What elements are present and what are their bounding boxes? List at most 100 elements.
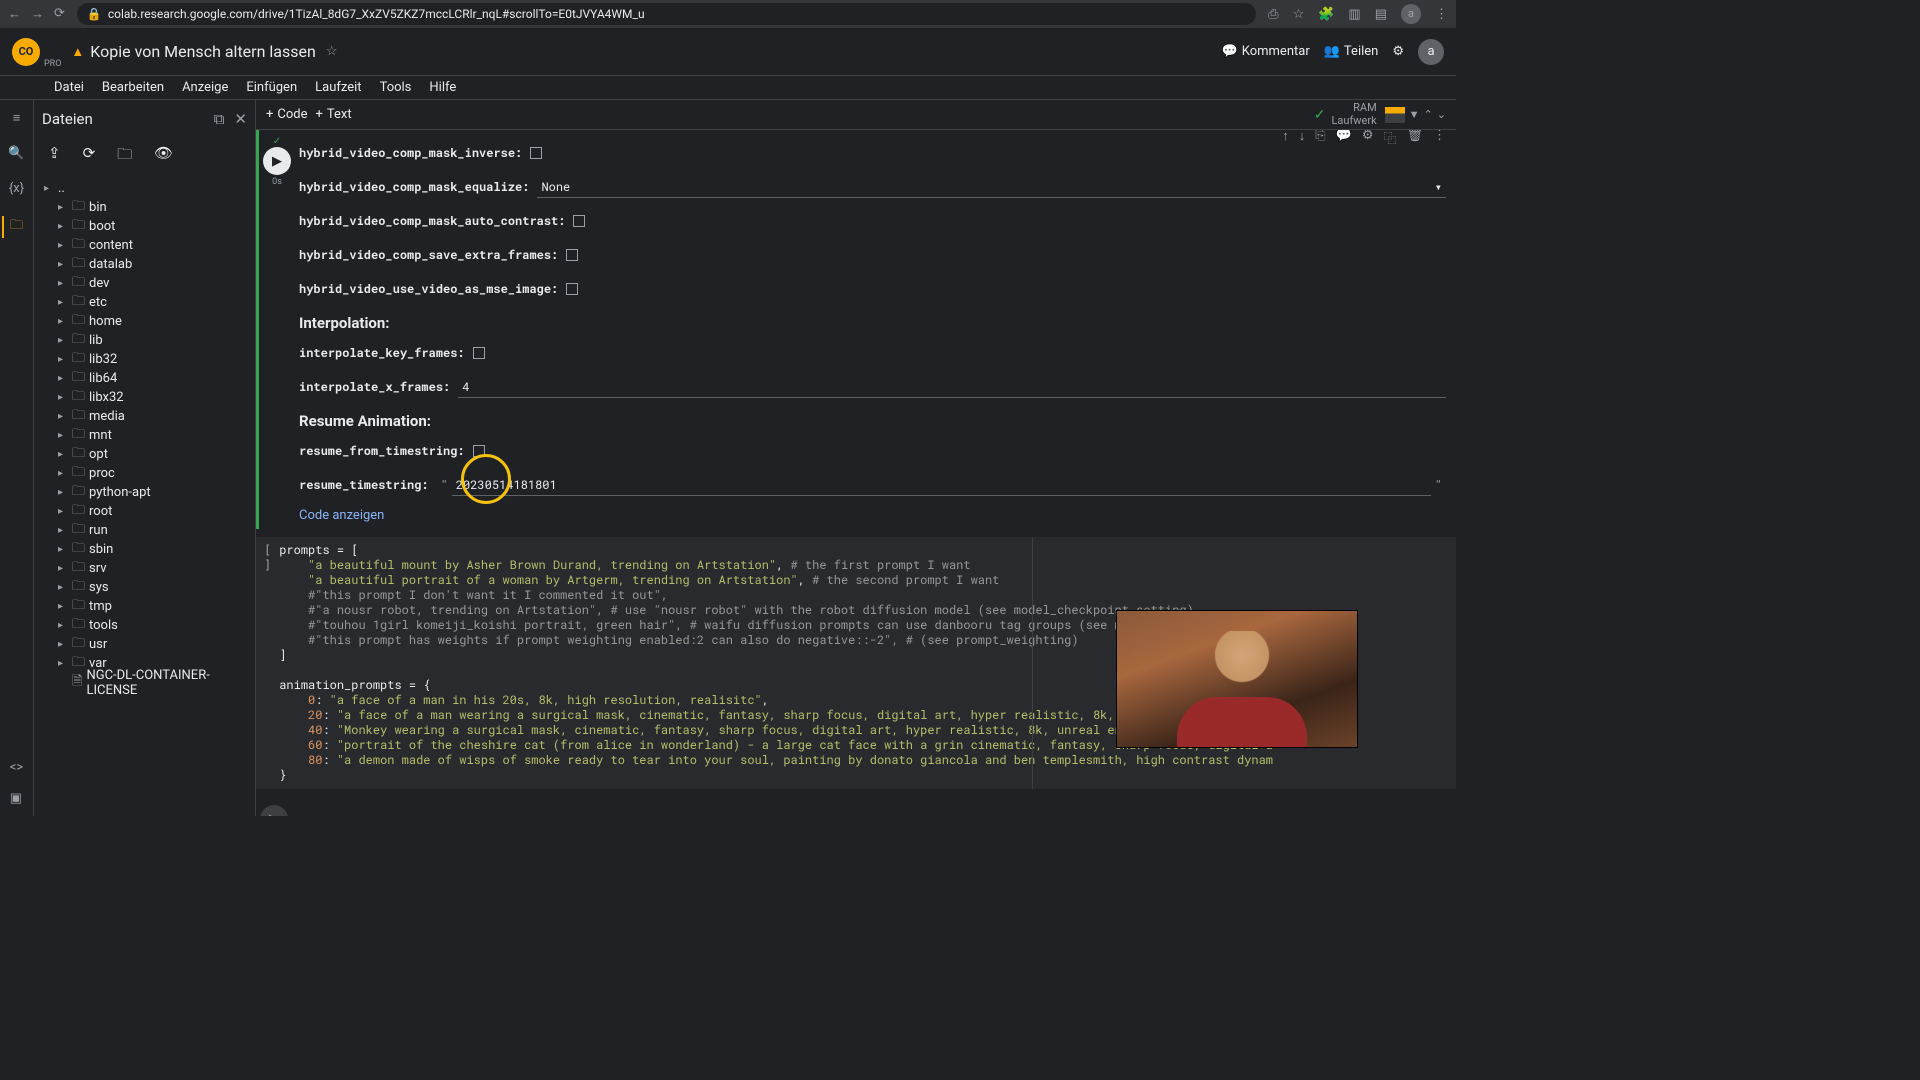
folder-tmp[interactable]: ▸🗀tmp xyxy=(44,597,255,616)
folder-root[interactable]: ▸🗀root xyxy=(44,502,255,521)
expand-up-icon[interactable]: ⌃ xyxy=(1424,108,1433,121)
resource-indicator[interactable]: RAM Laufwerk xyxy=(1331,102,1376,126)
bookmark-icon[interactable]: ☆ xyxy=(1293,7,1305,22)
folder-run[interactable]: ▸🗀run xyxy=(44,521,255,540)
hidden-icon[interactable]: 👁 xyxy=(154,144,173,169)
folder-tools[interactable]: ▸🗀tools xyxy=(44,616,255,635)
menu-einfuegen[interactable]: Einfügen xyxy=(246,80,297,95)
dropdown-icon[interactable]: ▼ xyxy=(1409,108,1420,121)
show-code-link[interactable]: Code anzeigen xyxy=(299,508,1446,523)
folder-python-apt[interactable]: ▸🗀python-apt xyxy=(44,483,255,502)
folder-home[interactable]: ▸🗀home xyxy=(44,312,255,331)
checkbox-resume-from[interactable] xyxy=(473,445,485,457)
folder-media[interactable]: ▸🗀media xyxy=(44,407,255,426)
panel-icon[interactable]: ▥ xyxy=(1348,7,1360,22)
translate-icon[interactable]: ⎙ xyxy=(1268,7,1278,22)
more-icon[interactable]: ⋮ xyxy=(1433,130,1446,147)
folder-etc[interactable]: ▸🗀etc xyxy=(44,293,255,312)
input-resume-timestring[interactable]: 20230514181801 xyxy=(452,475,1431,496)
close-icon[interactable]: ✕ xyxy=(234,110,247,128)
folder-libx32[interactable]: ▸🗀libx32 xyxy=(44,388,255,407)
run-button[interactable]: ▶ xyxy=(263,147,291,175)
add-text-button[interactable]: + Text xyxy=(316,107,352,122)
pro-badge: PRO xyxy=(44,59,61,69)
menu-bearbeiten[interactable]: Bearbeiten xyxy=(102,80,164,95)
delete-icon[interactable]: 🗑 xyxy=(1406,130,1423,147)
comment-button[interactable]: 💬Kommentar xyxy=(1222,44,1310,59)
mount-icon[interactable]: 🗀 xyxy=(117,144,132,169)
select-mask-equalize[interactable]: None▾ xyxy=(537,177,1446,198)
expand-down-icon[interactable]: ⌄ xyxy=(1437,108,1446,121)
folder-datalab[interactable]: ▸🗀datalab xyxy=(44,255,255,274)
upload-icon[interactable]: ⇪ xyxy=(48,144,61,169)
file-tree[interactable]: ▸..▸🗀bin▸🗀boot▸🗀content▸🗀datalab▸🗀dev▸🗀e… xyxy=(34,179,255,816)
user-avatar[interactable]: a xyxy=(1418,39,1444,65)
drive-icon: ▲ xyxy=(71,44,84,60)
menu-tools[interactable]: Tools xyxy=(380,80,412,95)
menu-icon[interactable]: ⋮ xyxy=(1435,7,1448,22)
vars-icon[interactable]: {x} xyxy=(9,181,24,196)
reload-icon[interactable]: ⟳ xyxy=(54,6,65,22)
folder-srv[interactable]: ▸🗀srv xyxy=(44,559,255,578)
input-x-frames[interactable]: 4 xyxy=(458,377,1446,398)
new-window-icon[interactable]: ⧉ xyxy=(214,110,225,128)
move-up-icon[interactable]: ↑ xyxy=(1282,130,1289,147)
checkbox-mask-inverse[interactable] xyxy=(530,147,542,159)
folder-usr[interactable]: ▸🗀usr xyxy=(44,635,255,654)
file-license[interactable]: 🗎NGC-DL-CONTAINER-LICENSE xyxy=(44,673,255,692)
files-icon[interactable]: 🗀 xyxy=(2,216,23,238)
doc-title[interactable]: Kopie von Mensch altern lassen xyxy=(90,42,316,61)
folder-opt[interactable]: ▸🗀opt xyxy=(44,445,255,464)
folder-content[interactable]: ▸🗀content xyxy=(44,236,255,255)
folder-dev[interactable]: ▸🗀dev xyxy=(44,274,255,293)
label-key-frames: interpolate_key_frames: xyxy=(299,345,465,361)
folder-proc[interactable]: ▸🗀proc xyxy=(44,464,255,483)
cell-actions: ↑ ↓ ⎘ 💬 ⚙ ⿻ 🗑 ⋮ xyxy=(1282,130,1446,147)
checkbox-key-frames[interactable] xyxy=(473,347,485,359)
colab-logo[interactable]: CO xyxy=(12,38,40,66)
url-text: colab.research.google.com/drive/1TizAl_8… xyxy=(108,7,645,21)
folder-sys[interactable]: ▸🗀sys xyxy=(44,578,255,597)
folder-lib32[interactable]: ▸🗀lib32 xyxy=(44,350,255,369)
forward-icon[interactable]: → xyxy=(31,6,44,22)
exec-bracket: [ ] xyxy=(264,543,271,572)
search-icon[interactable]: 🔍 xyxy=(8,146,24,161)
terminal-icon[interactable]: ▣ xyxy=(10,791,23,806)
heading-load: Load Settings xyxy=(296,813,1446,816)
checkbox-mse-image[interactable] xyxy=(566,283,578,295)
code-icon[interactable]: <> xyxy=(10,760,23,775)
panel2-icon[interactable]: ▤ xyxy=(1375,7,1387,22)
checkbox-extra-frames[interactable] xyxy=(566,249,578,261)
gear-icon[interactable]: ⚙ xyxy=(1392,44,1404,59)
add-code-button[interactable]: + Code xyxy=(266,107,308,122)
share-button[interactable]: 👥Teilen xyxy=(1324,44,1379,59)
heading-interpolation: Interpolation: xyxy=(299,314,1446,332)
menu-hilfe[interactable]: Hilfe xyxy=(429,80,456,95)
menu-laufzeit[interactable]: Laufzeit xyxy=(315,80,361,95)
folder-lib64[interactable]: ▸🗀lib64 xyxy=(44,369,255,388)
share-icon: 👥 xyxy=(1324,44,1340,59)
settings-icon[interactable]: ⚙ xyxy=(1362,130,1374,147)
menu-anzeige[interactable]: Anzeige xyxy=(182,80,228,95)
folder-bin[interactable]: ▸🗀bin xyxy=(44,198,255,217)
folder-boot[interactable]: ▸🗀boot xyxy=(44,217,255,236)
menu-datei[interactable]: Datei xyxy=(54,80,84,95)
label-x-frames: interpolate_x_frames: xyxy=(299,379,450,395)
folder-mnt[interactable]: ▸🗀mnt xyxy=(44,426,255,445)
mirror-icon[interactable]: ⿻ xyxy=(1383,130,1396,147)
link-icon[interactable]: ⎘ xyxy=(1315,130,1325,147)
browser-avatar[interactable]: a xyxy=(1401,4,1421,24)
run-button-load[interactable]: ▶ xyxy=(260,805,288,816)
toc-icon[interactable]: ≡ xyxy=(13,110,21,126)
comment-cell-icon[interactable]: 💬 xyxy=(1336,130,1352,147)
url-bar[interactable]: 🔒 colab.research.google.com/drive/1TizAl… xyxy=(77,3,1256,25)
star-icon[interactable]: ☆ xyxy=(326,44,338,59)
folder-lib[interactable]: ▸🗀lib xyxy=(44,331,255,350)
checkbox-auto-contrast[interactable] xyxy=(573,215,585,227)
back-icon[interactable]: ← xyxy=(8,6,21,22)
extensions-icon[interactable]: 🧩 xyxy=(1318,7,1334,22)
refresh-icon[interactable]: ⟳ xyxy=(83,144,96,169)
folder-sbin[interactable]: ▸🗀sbin xyxy=(44,540,255,559)
files-panel: Dateien ⧉ ✕ ⇪ ⟳ 🗀 👁 ▸..▸🗀bin▸🗀boot▸🗀cont… xyxy=(34,100,256,816)
move-down-icon[interactable]: ↓ xyxy=(1299,130,1306,147)
